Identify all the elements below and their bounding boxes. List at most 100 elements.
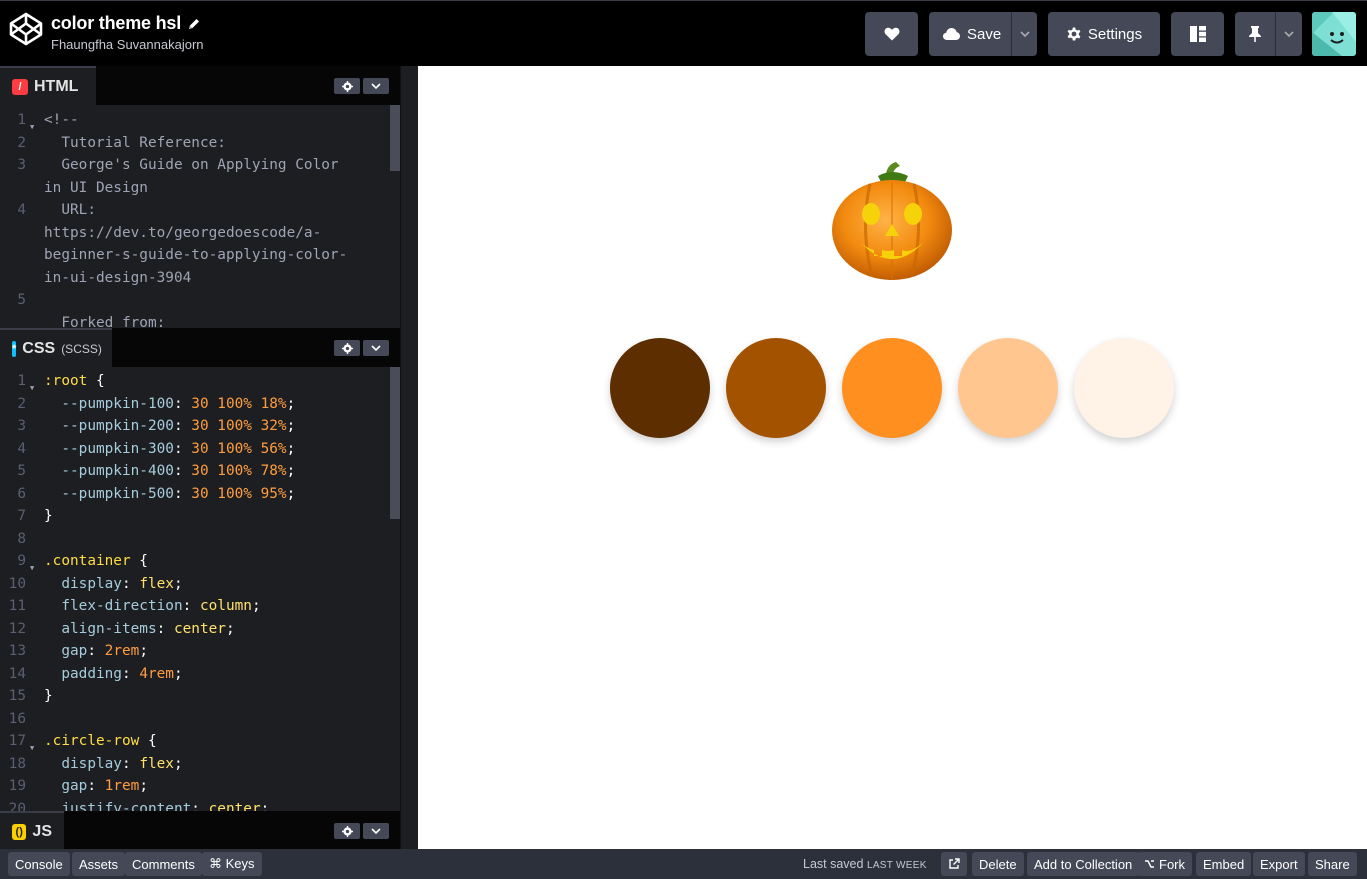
code-text: padding: 4rem; — [44, 663, 183, 686]
share-button[interactable]: Share — [1308, 852, 1357, 876]
code-text: --pumpkin-400: 30 100% 78%; — [44, 460, 295, 483]
code-token: flex — [139, 755, 174, 772]
line-number: 20 — [8, 800, 26, 812]
line-number: 5 — [17, 463, 26, 479]
code-token: : — [191, 800, 209, 812]
last-saved-time: LAST WEEK — [866, 860, 927, 871]
pin-button[interactable] — [1235, 12, 1275, 56]
css-editor-header: * CSS (SCSS) — [0, 328, 400, 367]
code-line: 15} — [0, 685, 400, 708]
code-text: URL: — [44, 202, 96, 218]
tab-css[interactable]: * CSS (SCSS) — [0, 328, 112, 367]
line-number: 13 — [8, 643, 26, 659]
external-link-icon — [949, 858, 960, 869]
gear-icon — [341, 80, 353, 92]
code-token: ; — [173, 665, 183, 682]
export-button[interactable]: Export — [1253, 852, 1305, 876]
delete-button[interactable]: Delete — [972, 852, 1024, 876]
code-line: Forked from: — [0, 312, 400, 329]
line-number: 10 — [8, 575, 26, 592]
code-text: .container { — [44, 550, 148, 573]
assets-button[interactable]: Assets — [72, 852, 126, 876]
code-token: : — [182, 598, 200, 614]
code-line: 4 URL: — [0, 199, 400, 222]
settings-button[interactable]: Settings — [1048, 12, 1160, 56]
keys-button[interactable]: ⌘ Keys — [202, 852, 262, 876]
color-swatch — [610, 338, 710, 438]
code-token: ; — [260, 800, 270, 812]
code-token: : — [121, 665, 140, 682]
fork-label: Fork — [1159, 856, 1185, 872]
fork-button[interactable]: Fork — [1137, 852, 1192, 876]
line-number: 7 — [17, 508, 26, 524]
code-token: align-items — [44, 620, 157, 637]
user-avatar[interactable] — [1312, 12, 1356, 56]
code-text: } — [44, 505, 53, 528]
pen-author[interactable]: Fhaungfha Suvannakajorn — [51, 37, 204, 52]
code-token: : — [173, 485, 192, 502]
codepen-logo-icon[interactable] — [8, 11, 44, 47]
line-number: 1 — [17, 112, 26, 128]
code-token: .circle-row — [44, 733, 140, 749]
line-number: 18 — [8, 755, 26, 772]
like-button[interactable] — [865, 12, 918, 56]
code-token: --pumpkin-500 — [44, 485, 174, 502]
code-token: 2rem — [104, 643, 140, 659]
tab-js[interactable]: () JS — [0, 811, 64, 850]
code-token: { — [139, 733, 157, 749]
html-scrollbar[interactable] — [390, 105, 400, 171]
code-token: .container — [44, 553, 131, 569]
code-text: :root { — [44, 370, 105, 393]
code-text: --pumpkin-100: 30 100% 18%; — [44, 393, 295, 416]
code-line: 13 gap: 2rem; — [0, 640, 400, 663]
line-number: 14 — [8, 665, 26, 682]
code-text: George's Guide on Applying Color — [44, 157, 339, 173]
css-settings-button[interactable] — [334, 340, 360, 356]
html-settings-button[interactable] — [334, 78, 360, 94]
html-code-editor[interactable]: 1 ▼ <!-- 2 Tutorial Reference: 3 George's Gu… — [0, 109, 400, 328]
save-options-button[interactable] — [1012, 12, 1037, 56]
code-text: gap: 1rem; — [44, 775, 148, 798]
chevron-down-icon — [371, 828, 381, 834]
code-token: 30 100% 56% — [191, 440, 287, 457]
code-token: --pumpkin-300 — [44, 440, 174, 457]
line-number: 2 — [17, 134, 26, 151]
tab-html-label: HTML — [34, 77, 79, 95]
line-number: 16 — [8, 710, 26, 727]
css-scrollbar[interactable] — [390, 367, 400, 519]
tab-html[interactable]: / HTML — [0, 66, 96, 105]
code-text: display: flex; — [44, 753, 182, 776]
editor-preview-resizer[interactable] — [400, 66, 418, 849]
code-text: https://dev.to/georgedoescode/a- — [44, 224, 322, 241]
jack-o-lantern-icon — [832, 162, 952, 280]
code-line: beginner-s-guide-to-applying-color- — [0, 244, 400, 267]
html-editor-header: / HTML — [0, 66, 400, 105]
code-token: { — [130, 553, 148, 569]
code-line: 2 --pumpkin-100: 30 100% 18%; — [0, 393, 400, 416]
code-token: : — [87, 778, 105, 794]
css-code-editor[interactable]: 1 ▼:root {2 --pumpkin-100: 30 100% 18%; 3 … — [0, 370, 400, 811]
js-collapse-button[interactable] — [363, 823, 389, 839]
comments-button[interactable]: Comments — [125, 852, 202, 876]
open-external-button[interactable] — [941, 852, 967, 876]
add-to-collection-button[interactable]: Add to Collection — [1027, 852, 1140, 876]
color-swatch — [842, 338, 942, 438]
code-token: gap — [44, 778, 88, 794]
code-line: 20 justify-content: center; — [0, 798, 400, 812]
save-button[interactable]: Save — [943, 26, 1001, 43]
js-settings-button[interactable] — [334, 823, 360, 839]
embed-button[interactable]: Embed — [1196, 852, 1252, 876]
pen-title[interactable]: color theme hsl — [51, 13, 181, 34]
gear-icon — [1067, 27, 1081, 41]
console-button[interactable]: Console — [8, 852, 70, 876]
code-token: :root — [44, 373, 88, 389]
code-line: 5 — [0, 289, 400, 312]
code-line: 2 Tutorial Reference: — [0, 132, 400, 155]
pin-options-button[interactable] — [1276, 12, 1302, 56]
html-collapse-button[interactable] — [363, 78, 389, 94]
pencil-icon[interactable] — [187, 17, 201, 31]
change-view-button[interactable] — [1171, 12, 1224, 56]
code-token: justify-content — [44, 800, 192, 812]
css-collapse-button[interactable] — [363, 340, 389, 356]
code-text: --pumpkin-200: 30 100% 32%; — [44, 415, 295, 438]
